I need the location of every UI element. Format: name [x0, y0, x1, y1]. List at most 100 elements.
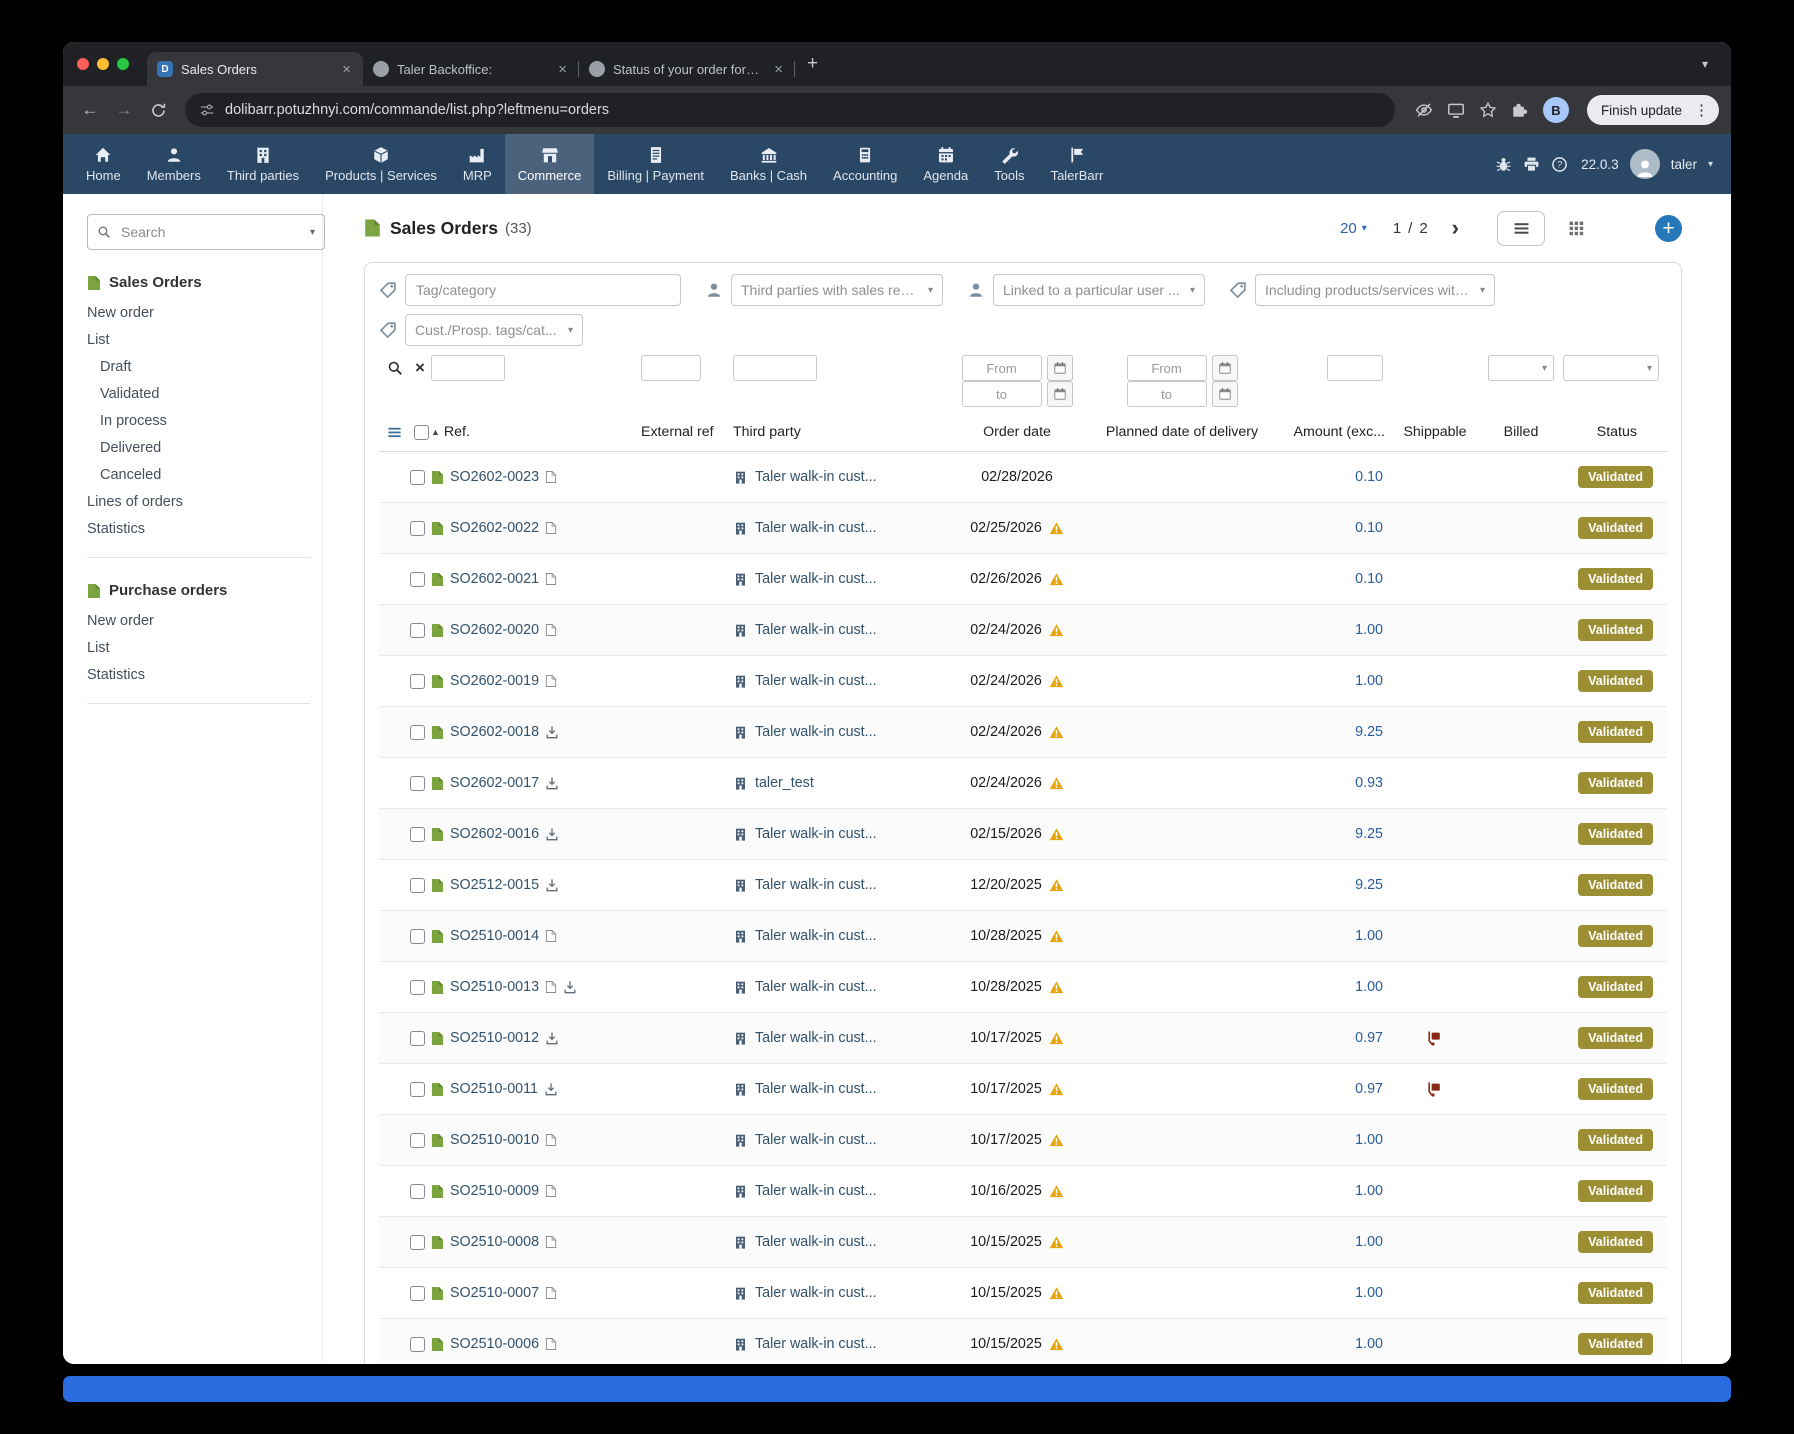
- column-header[interactable]: Third party: [733, 424, 943, 440]
- sidebar-item-list[interactable]: List: [87, 635, 310, 662]
- note-icon[interactable]: [545, 1337, 557, 1351]
- back-button[interactable]: ←: [75, 95, 105, 125]
- amount-link[interactable]: 1.00: [1355, 1336, 1383, 1352]
- topnav-item-banks-cash[interactable]: Banks | Cash: [717, 134, 820, 194]
- user-menu-caret-icon[interactable]: ▾: [1708, 159, 1713, 170]
- note-icon[interactable]: [545, 521, 557, 535]
- order-ref-link[interactable]: SO2510-0010: [450, 1132, 539, 1148]
- row-checkbox[interactable]: [410, 1031, 425, 1046]
- third-party-link[interactable]: Taler walk-in cust...: [755, 1234, 877, 1250]
- bookmark-star-icon[interactable]: [1479, 101, 1497, 119]
- third-party-link[interactable]: Taler walk-in cust...: [755, 1285, 877, 1301]
- next-page-button[interactable]: ›: [1452, 217, 1459, 239]
- order-ref-link[interactable]: SO2510-0007: [450, 1285, 539, 1301]
- order-ref-link[interactable]: SO2510-0006: [450, 1336, 539, 1352]
- third-party-link[interactable]: Taler walk-in cust...: [755, 520, 877, 536]
- note-icon[interactable]: [545, 929, 557, 943]
- topnav-item-home[interactable]: Home: [73, 134, 134, 194]
- amount-link[interactable]: 1.00: [1355, 1132, 1383, 1148]
- external-ref-filter-input[interactable]: [641, 355, 701, 381]
- amount-link[interactable]: 0.93: [1355, 775, 1383, 791]
- sidebar-item-in-process[interactable]: In process: [87, 408, 310, 435]
- topnav-item-third-parties[interactable]: Third parties: [214, 134, 312, 194]
- row-checkbox[interactable]: [410, 1133, 425, 1148]
- column-header[interactable]: Shippable: [1391, 424, 1479, 440]
- user-name[interactable]: taler: [1671, 157, 1697, 172]
- topnav-item-mrp[interactable]: MRP: [450, 134, 505, 194]
- column-header[interactable]: Billed: [1479, 424, 1563, 440]
- status-filter-select[interactable]: ▾: [1563, 355, 1659, 381]
- forward-button[interactable]: →: [109, 95, 139, 125]
- column-header[interactable]: Status: [1563, 424, 1667, 440]
- sidebar-item-statistics[interactable]: Statistics: [87, 516, 310, 543]
- topnav-item-billing-payment[interactable]: Billing | Payment: [594, 134, 717, 194]
- third-party-link[interactable]: Taler walk-in cust...: [755, 1081, 877, 1097]
- amount-link[interactable]: 0.10: [1355, 571, 1383, 587]
- tab-close-icon[interactable]: ×: [772, 61, 785, 78]
- order-ref-link[interactable]: SO2602-0023: [450, 469, 539, 485]
- third-party-link[interactable]: Taler walk-in cust...: [755, 928, 877, 944]
- order-ref-link[interactable]: SO2510-0014: [450, 928, 539, 944]
- row-checkbox[interactable]: [410, 827, 425, 842]
- download-icon[interactable]: [545, 827, 559, 841]
- note-icon[interactable]: [545, 980, 557, 994]
- order-ref-link[interactable]: SO2602-0019: [450, 673, 539, 689]
- calendar-button[interactable]: [1047, 381, 1073, 407]
- order-ref-link[interactable]: SO2602-0018: [450, 724, 539, 740]
- order-ref-link[interactable]: SO2602-0020: [450, 622, 539, 638]
- sidebar-item-delivered[interactable]: Delivered: [87, 435, 310, 462]
- amount-link[interactable]: 9.25: [1355, 877, 1383, 893]
- amount-link[interactable]: 1.00: [1355, 1234, 1383, 1250]
- download-icon[interactable]: [545, 878, 559, 892]
- column-header[interactable]: External ref: [641, 424, 733, 440]
- user-avatar[interactable]: [1630, 149, 1660, 179]
- sidebar-search[interactable]: ▾: [87, 214, 325, 250]
- order-ref-link[interactable]: SO2512-0015: [450, 877, 539, 893]
- search-submit-icon[interactable]: [387, 360, 403, 376]
- topnav-item-commerce[interactable]: Commerce: [505, 134, 595, 194]
- topnav-item-members[interactable]: Members: [134, 134, 214, 194]
- row-checkbox[interactable]: [410, 521, 425, 536]
- amount-link[interactable]: 1.00: [1355, 622, 1383, 638]
- row-checkbox[interactable]: [410, 929, 425, 944]
- column-header[interactable]: Planned date of delivery: [1091, 424, 1273, 440]
- browser-tab[interactable]: Status of your order forSync×: [579, 52, 795, 86]
- tab-search-button[interactable]: ▾: [1693, 52, 1717, 76]
- amount-link[interactable]: 1.00: [1355, 1183, 1383, 1199]
- amount-link[interactable]: 1.00: [1355, 979, 1383, 995]
- columns-selector-icon[interactable]: [387, 425, 402, 440]
- download-icon[interactable]: [563, 980, 577, 994]
- row-checkbox[interactable]: [410, 623, 425, 638]
- third-party-link[interactable]: Taler walk-in cust...: [755, 877, 877, 893]
- row-checkbox[interactable]: [410, 776, 425, 791]
- linked-user-select[interactable]: Linked to a particular user ... ▾: [993, 274, 1205, 306]
- url-bar[interactable]: dolibarr.potuzhnyi.com/commande/list.php…: [185, 93, 1395, 127]
- sidebar-item-new-order[interactable]: New order: [87, 608, 310, 635]
- search-caret-icon[interactable]: ▾: [310, 227, 315, 238]
- close-window-button[interactable]: [77, 58, 89, 70]
- amount-link[interactable]: 0.10: [1355, 520, 1383, 536]
- browser-tab[interactable]: Taler Backoffice:×: [363, 52, 579, 86]
- topnav-item-agenda[interactable]: Agenda: [910, 134, 981, 194]
- topnav-item-tools[interactable]: Tools: [981, 134, 1037, 194]
- cust-tags-select[interactable]: Cust./Prosp. tags/cat... ▾: [405, 314, 583, 346]
- site-settings-icon[interactable]: [199, 102, 215, 118]
- reload-button[interactable]: [143, 95, 173, 125]
- row-checkbox[interactable]: [410, 878, 425, 893]
- third-party-link[interactable]: Taler walk-in cust...: [755, 622, 877, 638]
- third-party-link[interactable]: Taler walk-in cust...: [755, 571, 877, 587]
- order-ref-link[interactable]: SO2602-0022: [450, 520, 539, 536]
- third-party-link[interactable]: Taler walk-in cust...: [755, 1132, 877, 1148]
- sidebar-item-draft[interactable]: Draft: [87, 354, 310, 381]
- order-date-from-input[interactable]: [962, 355, 1042, 381]
- download-icon[interactable]: [545, 1031, 559, 1045]
- row-checkbox[interactable]: [410, 470, 425, 485]
- download-icon[interactable]: [544, 1082, 558, 1096]
- amount-link[interactable]: 1.00: [1355, 928, 1383, 944]
- order-date-to-input[interactable]: [962, 381, 1042, 407]
- ref-filter-input[interactable]: [431, 355, 505, 381]
- row-checkbox[interactable]: [410, 1337, 425, 1352]
- column-header[interactable]: ▲Ref.: [431, 424, 641, 440]
- note-icon[interactable]: [545, 623, 557, 637]
- bug-icon[interactable]: [1495, 156, 1512, 173]
